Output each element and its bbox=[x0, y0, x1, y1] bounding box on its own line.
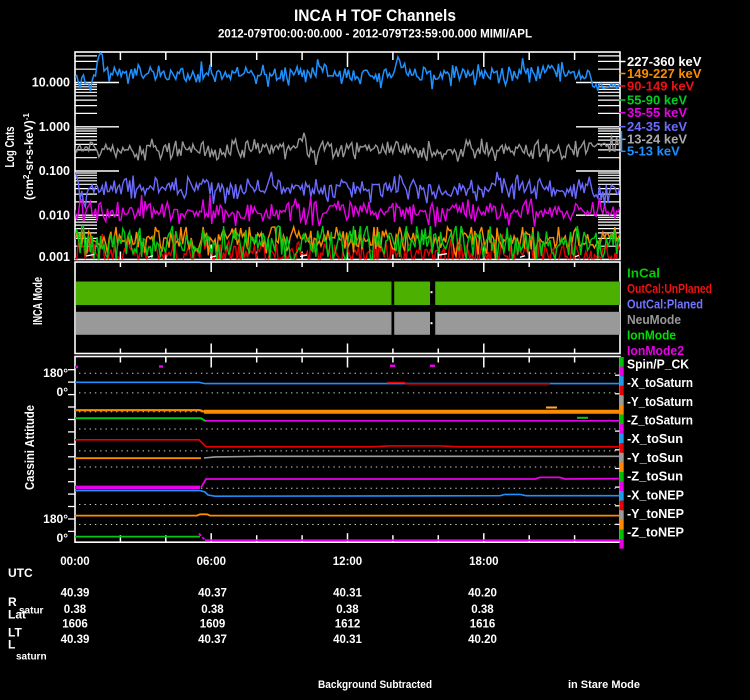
svg-text:35-55 keV: 35-55 keV bbox=[627, 105, 687, 120]
svg-text:Cassini Attitude: Cassini Attitude bbox=[22, 405, 37, 490]
svg-text:40.20: 40.20 bbox=[468, 634, 497, 646]
svg-text:0.100: 0.100 bbox=[39, 164, 70, 178]
svg-text:40.31: 40.31 bbox=[333, 588, 362, 600]
svg-text:2012-079T00:00:00.000 - 2012-0: 2012-079T00:00:00.000 - 2012-079T23:59:0… bbox=[218, 29, 532, 41]
svg-text:40.39: 40.39 bbox=[61, 634, 90, 646]
svg-text:40.37: 40.37 bbox=[198, 588, 227, 600]
svg-text:1.000: 1.000 bbox=[39, 120, 70, 134]
svg-text:0°: 0° bbox=[57, 385, 69, 399]
svg-text:-Z_toSaturn: -Z_toSaturn bbox=[627, 413, 693, 428]
svg-text:-X_toNEP: -X_toNEP bbox=[627, 487, 684, 502]
svg-text:-Y_toSun: -Y_toSun bbox=[627, 450, 683, 465]
svg-text:0.010: 0.010 bbox=[39, 208, 70, 222]
svg-text:0°: 0° bbox=[57, 531, 69, 545]
svg-text:5-13 keV: 5-13 keV bbox=[627, 144, 680, 159]
svg-text:0.38: 0.38 bbox=[471, 604, 494, 616]
svg-text:Log Cnts: Log Cnts bbox=[2, 127, 17, 168]
svg-text:40.37: 40.37 bbox=[198, 634, 227, 646]
svg-text:40.31: 40.31 bbox=[333, 634, 362, 646]
svg-text:-X_toSaturn: -X_toSaturn bbox=[627, 375, 693, 390]
svg-text:-Z_toSun: -Z_toSun bbox=[627, 469, 683, 484]
svg-text:00:00: 00:00 bbox=[60, 556, 89, 568]
svg-text:Spin/P_CK: Spin/P_CK bbox=[627, 357, 690, 372]
svg-text:18:00: 18:00 bbox=[469, 556, 498, 568]
svg-text:12:00: 12:00 bbox=[333, 556, 362, 568]
svg-text:180°: 180° bbox=[43, 366, 68, 380]
svg-text:saturn: saturn bbox=[16, 652, 47, 663]
svg-text:0.38: 0.38 bbox=[336, 604, 359, 616]
svg-text:10.000: 10.000 bbox=[32, 76, 70, 90]
svg-text:1612: 1612 bbox=[335, 619, 361, 631]
svg-text:-Y_toSaturn: -Y_toSaturn bbox=[627, 394, 693, 409]
svg-text:1616: 1616 bbox=[470, 619, 496, 631]
svg-text:(cm2-sr-s-keV)-1: (cm2-sr-s-keV)-1 bbox=[22, 112, 36, 200]
svg-text:06:00: 06:00 bbox=[197, 556, 226, 568]
svg-text:Background Subtracted: Background Subtracted bbox=[318, 679, 432, 691]
svg-text:0.001: 0.001 bbox=[39, 250, 70, 264]
svg-text:UTC: UTC bbox=[8, 566, 33, 580]
svg-text:InCal: InCal bbox=[627, 265, 660, 280]
svg-text:40.39: 40.39 bbox=[61, 588, 90, 600]
svg-text:OutCal:Planed: OutCal:Planed bbox=[627, 296, 703, 311]
svg-text:L: L bbox=[8, 638, 15, 652]
svg-text:0.38: 0.38 bbox=[64, 604, 87, 616]
svg-text:NeuMode: NeuMode bbox=[627, 312, 681, 327]
svg-text:OutCal:UnPlaned: OutCal:UnPlaned bbox=[627, 281, 712, 296]
svg-text:Lat: Lat bbox=[8, 608, 26, 622]
svg-text:0.38: 0.38 bbox=[201, 604, 224, 616]
svg-text:-Z_toNEP: -Z_toNEP bbox=[627, 525, 684, 540]
svg-text:in Stare Mode: in Stare Mode bbox=[568, 679, 640, 691]
svg-text:180°: 180° bbox=[43, 512, 68, 526]
svg-text:INCA H TOF Channels: INCA H TOF Channels bbox=[294, 7, 456, 25]
svg-text:40.20: 40.20 bbox=[468, 588, 497, 600]
svg-text:1609: 1609 bbox=[200, 619, 226, 631]
svg-text:1606: 1606 bbox=[62, 619, 88, 631]
svg-text:-Y_toNEP: -Y_toNEP bbox=[627, 506, 684, 521]
svg-text:INCA Mode: INCA Mode bbox=[30, 277, 45, 325]
svg-text:IonMode: IonMode bbox=[627, 327, 676, 342]
svg-text:-X_toSun: -X_toSun bbox=[627, 431, 683, 446]
svg-text:90-149 keV: 90-149 keV bbox=[627, 78, 695, 93]
